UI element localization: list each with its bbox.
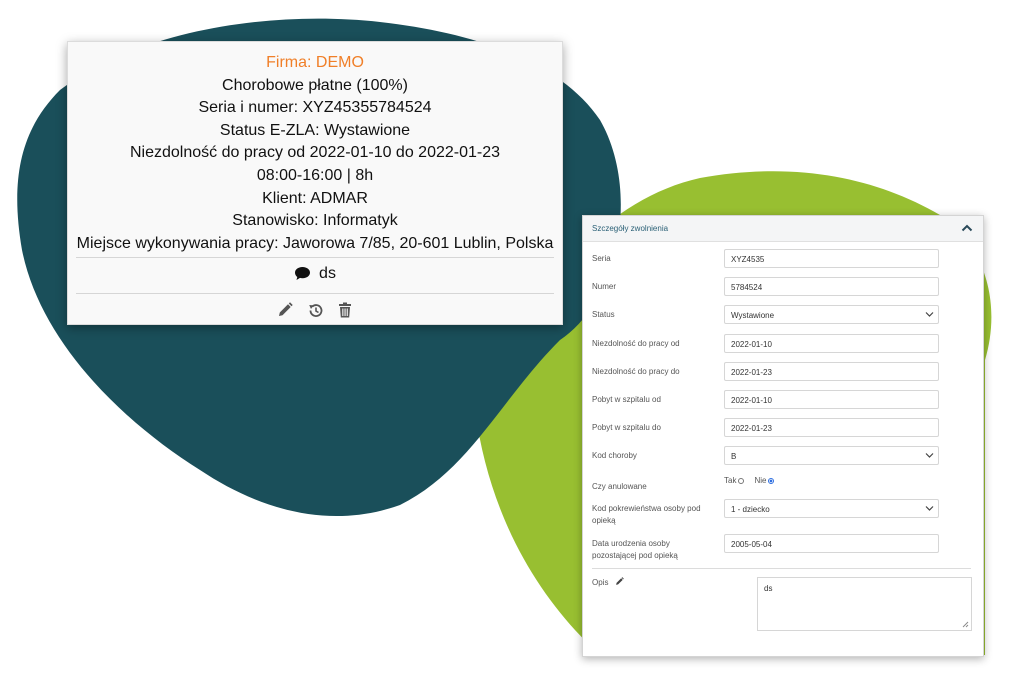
radio-label: Tak bbox=[724, 476, 737, 485]
chevron-down-icon bbox=[925, 506, 934, 511]
radio-button[interactable] bbox=[768, 477, 775, 484]
divider bbox=[76, 257, 554, 258]
panel-header[interactable]: Szczegóły zwolnienia bbox=[583, 216, 983, 242]
description-value: ds bbox=[764, 584, 773, 593]
field-value: 2022-01-23 bbox=[731, 424, 772, 433]
trash-icon[interactable] bbox=[335, 300, 355, 320]
field-value: 2022-01-10 bbox=[731, 340, 772, 349]
disease-code-select[interactable]: B bbox=[724, 446, 939, 465]
description-label: Opis bbox=[592, 578, 609, 587]
field-label: Pobyt w szpitalu do bbox=[592, 423, 661, 432]
action-bar bbox=[68, 300, 562, 320]
field-value: XYZ4535 bbox=[731, 255, 765, 264]
field-value: 2022-01-10 bbox=[731, 396, 772, 405]
ezla-status: Status E-ZLA: Wystawione bbox=[219, 121, 411, 139]
hospital-from-input[interactable]: 2022-01-10 bbox=[724, 390, 939, 409]
history-icon[interactable] bbox=[305, 300, 325, 320]
client: Klient: ADMAR bbox=[262, 189, 368, 207]
leave-summary-card: Firma: DEMO Chorobowe płatne (100%) Seri… bbox=[67, 41, 563, 325]
panel-title: Szczegóły zwolnienia bbox=[592, 224, 669, 233]
company-name: Firma: DEMO bbox=[266, 54, 364, 71]
series-input[interactable]: XYZ4535 bbox=[724, 249, 939, 268]
incapacity-from-input[interactable]: 2022-01-10 bbox=[724, 334, 939, 353]
field-value: 1 - dziecko bbox=[731, 505, 770, 514]
radio-no[interactable]: Nie bbox=[754, 476, 775, 485]
divider bbox=[592, 568, 971, 569]
field-label: Kod pokrewieństwa osoby pod opieką bbox=[592, 504, 701, 525]
edit-icon[interactable] bbox=[615, 577, 624, 586]
number-input[interactable]: 5784524 bbox=[724, 277, 939, 296]
incapacity-period: Niezdolność do pracy od 2022-01-10 do 20… bbox=[129, 144, 501, 162]
field-label: Kod choroby bbox=[592, 451, 637, 460]
field-value: 2005-05-04 bbox=[731, 540, 772, 549]
field-label: Niezdolność do pracy od bbox=[592, 339, 680, 348]
field-value: 2022-01-23 bbox=[731, 368, 772, 377]
chevron-down-icon bbox=[925, 453, 934, 458]
field-value: Wystawione bbox=[731, 311, 775, 320]
field-label: Status bbox=[592, 310, 615, 319]
leave-details-panel: Szczegóły zwolnienia Seria XYZ4535 Numer… bbox=[582, 215, 984, 657]
field-label: Numer bbox=[592, 282, 617, 291]
incapacity-to-input[interactable]: 2022-01-23 bbox=[724, 362, 939, 381]
leave-type: Chorobowe płatne (100%) bbox=[222, 76, 408, 94]
chevron-down-icon bbox=[925, 312, 934, 317]
relation-code-select[interactable]: 1 - dziecko bbox=[724, 499, 939, 518]
radio-yes[interactable]: Tak bbox=[724, 476, 745, 485]
comment-text: ds bbox=[319, 265, 336, 282]
cancelled-radio-group: Tak Nie bbox=[724, 476, 775, 485]
field-label: Czy anulowane bbox=[592, 482, 647, 491]
position: Stanowisko: Informatyk bbox=[232, 212, 398, 230]
radio-label: Nie bbox=[754, 476, 767, 485]
comment-row: ds bbox=[68, 265, 562, 283]
radio-button[interactable] bbox=[738, 477, 745, 484]
field-label: Pobyt w szpitalu od bbox=[592, 395, 661, 404]
birthdate-input[interactable]: 2005-05-04 bbox=[724, 534, 939, 553]
edit-icon[interactable] bbox=[275, 300, 295, 320]
field-label: Data urodzenia osoby pozostającej pod op… bbox=[592, 539, 678, 560]
field-value: B bbox=[731, 452, 737, 461]
hospital-to-input[interactable]: 2022-01-23 bbox=[724, 418, 939, 437]
workplace: Miejsce wykonywania pracy: Jaworowa 7/85… bbox=[76, 234, 554, 252]
comment-icon bbox=[295, 267, 311, 280]
series-number: Seria i numer: XYZ45355784524 bbox=[198, 99, 432, 117]
status-select[interactable]: Wystawione bbox=[724, 305, 939, 324]
description-textarea[interactable]: ds bbox=[757, 577, 972, 631]
field-value: 5784524 bbox=[731, 283, 763, 292]
chevron-up-icon[interactable] bbox=[961, 223, 973, 233]
work-hours: 08:00-16:00 | 8h bbox=[256, 166, 374, 184]
divider bbox=[76, 293, 554, 294]
resize-handle-icon[interactable] bbox=[962, 621, 969, 628]
field-label: Niezdolność do pracy do bbox=[592, 367, 680, 376]
field-label: Seria bbox=[592, 254, 611, 263]
